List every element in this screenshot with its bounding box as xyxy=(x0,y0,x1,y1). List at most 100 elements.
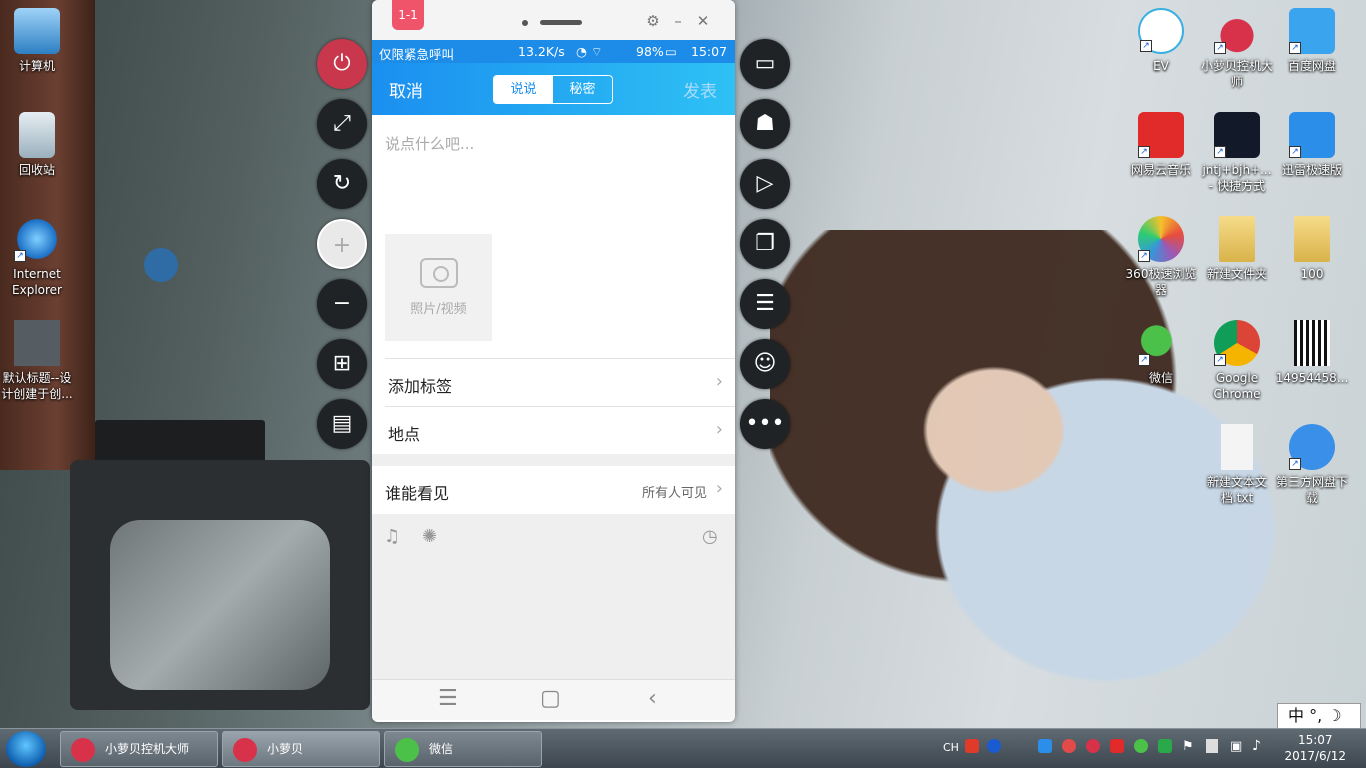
clock-time: 15:07 xyxy=(1297,733,1333,747)
taskbar-item-wechat[interactable]: 微信 xyxy=(384,731,542,767)
screenshot-button[interactable]: ⊞ xyxy=(317,339,367,389)
tab-shuoshuo[interactable]: 说说 xyxy=(494,76,553,103)
camera-dot xyxy=(522,20,528,26)
netease-music-icon: ↗ xyxy=(1138,112,1184,158)
qr-image-icon xyxy=(1294,320,1330,366)
desktop-icon-image-file[interactable]: 默认标题--设计创建于创... xyxy=(0,320,74,402)
fullscreen-button[interactable]: ⤢ xyxy=(317,99,367,149)
play-file-icon: ▷ xyxy=(756,171,774,196)
apk-install-button[interactable]: ☗ xyxy=(740,99,790,149)
film-icon: ▤ xyxy=(331,411,353,436)
desktop-icon-thunder[interactable]: ↗ 迅雷极速版 xyxy=(1275,112,1349,178)
phone-titlebar[interactable]: 1-1 ⚙ – ✕ xyxy=(372,0,735,40)
desktop-icon-recycle-bin[interactable]: 回收站 xyxy=(0,112,74,178)
desktop-icon-ev[interactable]: ↗ EV xyxy=(1124,8,1198,74)
speaker-bar xyxy=(540,20,582,25)
desktop-icon-360-browser[interactable]: ↗ 360极速浏览器 xyxy=(1124,216,1198,298)
start-button[interactable] xyxy=(6,731,46,767)
text-file-icon xyxy=(1221,424,1253,470)
help-icon[interactable] xyxy=(987,739,1001,753)
contacts-icon: ☺ xyxy=(753,351,777,376)
clock-icon[interactable]: ◷ xyxy=(702,526,718,547)
desktop-icon-text-file[interactable]: 新建文本文档.txt xyxy=(1200,424,1274,506)
language-indicator[interactable]: CH xyxy=(943,741,959,754)
post-text-input[interactable]: 说点什么吧... xyxy=(385,133,474,154)
back-icon[interactable]: ‹ xyxy=(648,686,657,711)
aperture-icon[interactable]: ✺ xyxy=(422,526,437,547)
phone-status-bar: 仅限紧急呼叫 13.2K/s ◔ ⌔ 98% ▭ 15:07 xyxy=(372,40,735,63)
desktop-icon-radish[interactable]: ↗ 小萝贝控机大师 xyxy=(1200,8,1274,90)
add-media-button[interactable]: 照片/视频 xyxy=(385,234,492,341)
radish-icon xyxy=(71,738,95,762)
more-dots-icon: ••• xyxy=(745,411,785,436)
system-clock[interactable]: 15:07 2017/6/12 xyxy=(1284,732,1346,764)
taskbar-item-radish-master[interactable]: 小萝贝控机大师 xyxy=(60,731,218,767)
menu-icon[interactable]: ☰ xyxy=(438,686,458,711)
desktop-icon-wechat[interactable]: ↗ 微信 xyxy=(1124,320,1198,386)
radish-icon: ↗ xyxy=(1214,8,1260,54)
computer-icon xyxy=(14,8,60,54)
add-tag-label: 添加标签 xyxy=(388,377,453,396)
ime-status-bar[interactable]: 中 °, ☽ xyxy=(1277,703,1361,729)
folder-icon: ▭ xyxy=(754,51,776,76)
zoom-out-button[interactable]: − xyxy=(317,279,367,329)
chrome-icon: ↗ xyxy=(1214,320,1260,366)
network-icon[interactable]: ▣ xyxy=(1230,739,1242,754)
taskbar-item-radish[interactable]: 小萝贝 xyxy=(222,731,380,767)
radish-tray-icon[interactable] xyxy=(1086,739,1100,753)
home-icon[interactable]: ▢ xyxy=(540,686,561,711)
desktop-icon-shortcut[interactable]: ↗ jntj+bjh+... - 快捷方式 xyxy=(1200,112,1274,194)
script-play-button[interactable]: ▷ xyxy=(740,159,790,209)
android-nav-bar: ☰ ▢ ‹ xyxy=(372,679,735,720)
shortcut-icon: ↗ xyxy=(1214,112,1260,158)
volume-icon[interactable]: ♪ xyxy=(1252,738,1261,754)
shield-icon[interactable] xyxy=(1038,739,1052,753)
netease-tray-icon[interactable] xyxy=(1110,739,1124,753)
cancel-button[interactable]: 取消 xyxy=(389,77,423,102)
wallpaper-tv-screen xyxy=(110,520,330,690)
carrier-text: 仅限紧急呼叫 xyxy=(379,47,455,62)
desktop-icon-computer[interactable]: 计算机 xyxy=(0,8,74,74)
image-file-icon xyxy=(14,320,60,366)
text-transfer-icon: ☰ xyxy=(755,291,775,316)
desktop-icon-ie[interactable]: ↗ Internet Explorer xyxy=(0,216,74,298)
settings-icon[interactable]: ⚙ xyxy=(644,12,662,30)
minimize-icon[interactable]: – xyxy=(669,12,687,30)
desktop-icon-qr-image[interactable]: 14954458... xyxy=(1275,320,1349,386)
desktop-icon-download[interactable]: ↗ 第三方网盘下载 xyxy=(1275,424,1349,506)
sogou-icon[interactable] xyxy=(965,739,979,753)
compose-area: 说点什么吧... 照片/视频 xyxy=(372,115,735,358)
security-icon[interactable] xyxy=(1062,739,1076,753)
compose-toolbar: ♫ ✺ ◷ xyxy=(372,514,735,562)
more-button[interactable]: ••• xyxy=(740,399,790,449)
desktop-icon-new-folder[interactable]: 新建文件夹 xyxy=(1200,216,1274,282)
rotate-button[interactable]: ↻ xyxy=(317,159,367,209)
contacts-button[interactable]: ☺ xyxy=(740,339,790,389)
phone-time: 15:07 xyxy=(691,44,728,59)
text-transfer-button[interactable]: ☰ xyxy=(740,279,790,329)
location-row[interactable]: 地点 › xyxy=(385,406,735,454)
desktop-icon-baidu-cloud[interactable]: ↗ 百度网盘 xyxy=(1275,8,1349,74)
close-icon[interactable]: ✕ xyxy=(694,12,712,30)
zoom-in-button[interactable]: + xyxy=(317,219,367,269)
battery-percent: 98% xyxy=(636,44,664,59)
android-icon: ☗ xyxy=(755,111,775,136)
publish-button[interactable]: 发表 xyxy=(683,77,717,102)
visibility-row[interactable]: 谁能看见 所有人可见 › xyxy=(372,466,735,514)
clipboard-button[interactable]: ❐ xyxy=(740,219,790,269)
antivirus-icon[interactable] xyxy=(1158,739,1172,753)
file-manager-button[interactable]: ▭ xyxy=(740,39,790,89)
flag-icon[interactable]: ⚑ xyxy=(1182,739,1194,754)
bell-icon[interactable]: ♫ xyxy=(384,526,400,547)
wechat-tray-icon[interactable] xyxy=(1134,739,1148,753)
power-button[interactable]: ⏻ xyxy=(317,39,367,89)
desktop-icon-chrome[interactable]: ↗ Google Chrome xyxy=(1200,320,1274,402)
record-button[interactable]: ▤ xyxy=(317,399,367,449)
desktop-icon-netease-music[interactable]: ↗ 网易云音乐 xyxy=(1124,112,1198,178)
location-label: 地点 xyxy=(388,425,421,444)
mouse-cursor-highlight xyxy=(144,248,178,282)
desktop-icon-folder-100[interactable]: 100 xyxy=(1275,216,1349,282)
tab-secret[interactable]: 秘密 xyxy=(553,76,612,103)
device-icon[interactable] xyxy=(1206,739,1218,753)
add-tag-row[interactable]: 添加标签 › xyxy=(385,358,735,406)
